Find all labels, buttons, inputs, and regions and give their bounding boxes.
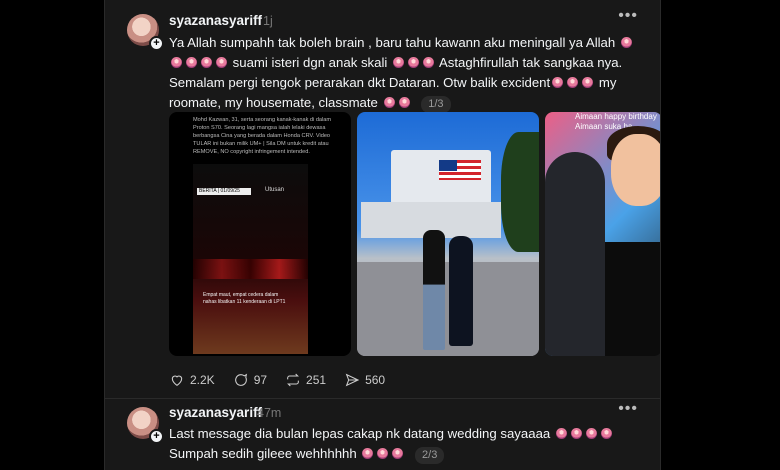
more-horizontal-icon[interactable]: ••• [618,400,638,418]
video-logo: Utusan [265,187,285,193]
comment-icon [234,373,247,386]
post-actions: 2.2K 97 251 560 [169,372,385,388]
video-caption: Empat maut, empat cedera dalam nahas lib… [203,292,286,305]
crying-emoji-icon [216,57,227,68]
crying-emoji-icon [393,57,405,68]
post-text-line: roomate, my housemate, classmate [169,95,378,110]
post-text: Ya Allah sumpahh tak boleh brain , baru … [169,33,639,113]
post-text: Last message dia bulan lepas cakap nk da… [169,424,639,464]
post-divider [105,398,660,399]
crying-emoji-icon [201,57,212,68]
post-text-line: my [598,75,617,90]
crying-emoji-icon [377,448,389,459]
page-indicator: 1/3 [421,96,451,113]
comment-count: 97 [253,373,268,387]
comment-button[interactable]: 97 [233,372,267,388]
avatar[interactable]: + [127,14,164,51]
crying-emoji-icon [567,77,579,88]
image-caption: Mohd Kazwan, 31, serta seorang kanak-kan… [193,117,332,155]
more-horizontal-icon[interactable]: ••• [618,7,638,25]
crying-emoji-icon [552,77,564,88]
accident-video-thumbnail[interactable]: BERITA | 01/09/25 Utusan Empat maut, emp… [193,164,308,354]
username[interactable]: syazanasyariff [169,405,262,420]
repost-button[interactable]: 251 [285,372,326,388]
tree [501,132,539,252]
thread-feed: + syazanasyariff 1j ••• Ya Allah sumpahh… [104,0,661,470]
news-screenshot-image[interactable]: Mohd Kazwan, 31, serta seorang kanak-kan… [169,112,351,356]
post-time: 47m [257,406,282,420]
post-text-line: Astaghfirullah tak sangkaa nya. [438,55,623,70]
heart-icon [171,375,183,386]
repost-count: 251 [306,373,327,387]
crying-emoji-icon [362,448,374,459]
crying-emoji-icon [392,448,404,459]
avatar[interactable]: + [127,407,164,444]
left-sidebar [0,0,104,470]
like-count: 2.2K [190,373,215,387]
post-time: 1j [263,14,273,28]
plus-icon[interactable]: + [149,429,164,444]
crying-emoji-icon [186,57,197,68]
person [545,152,605,356]
share-count: 560 [365,373,386,387]
crying-emoji-icon [600,428,612,439]
road [357,262,539,356]
page-indicator: 2/3 [415,447,445,464]
repost-icon [287,373,300,387]
dataran-photo[interactable] [357,112,539,356]
crying-emoji-icon [398,97,410,108]
child-shirt [605,242,660,356]
plus-icon[interactable]: + [149,36,164,51]
crying-emoji-icon [171,57,182,68]
share-button[interactable]: 560 [344,372,385,388]
username[interactable]: syazanasyariff [169,13,262,28]
person [423,230,445,350]
crying-emoji-icon [408,57,420,68]
malaysia-flag [439,160,481,180]
post-text-line: Ya Allah sumpahh tak boleh brain , baru … [169,35,616,50]
post-text-line: suami isteri dgn anak skali [232,55,388,70]
crying-emoji-icon [570,428,582,439]
post-text-line: Last message dia bulan lepas cakap nk da… [169,426,551,441]
person [449,236,473,346]
car-lights [193,259,308,279]
child-face [611,134,660,206]
post-text-line: Semalam pergi tengok perarakan dkt Datar… [169,75,551,90]
post-text-line: Sumpah sedih gileee wehhhhhh [169,446,357,461]
crying-emoji-icon [585,428,597,439]
send-icon [345,373,360,387]
crying-emoji-icon [555,428,567,439]
like-button[interactable]: 2.2K [169,372,215,388]
crying-emoji-icon [423,57,435,68]
crying-emoji-icon [383,97,395,108]
crying-emoji-icon [620,37,632,48]
crying-emoji-icon [582,77,594,88]
birthday-photo[interactable]: Aimaan happy birthday Aimaan suka ha [545,112,660,356]
video-tag: BERITA | 01/09/25 [197,188,251,195]
right-sidebar [661,0,780,470]
